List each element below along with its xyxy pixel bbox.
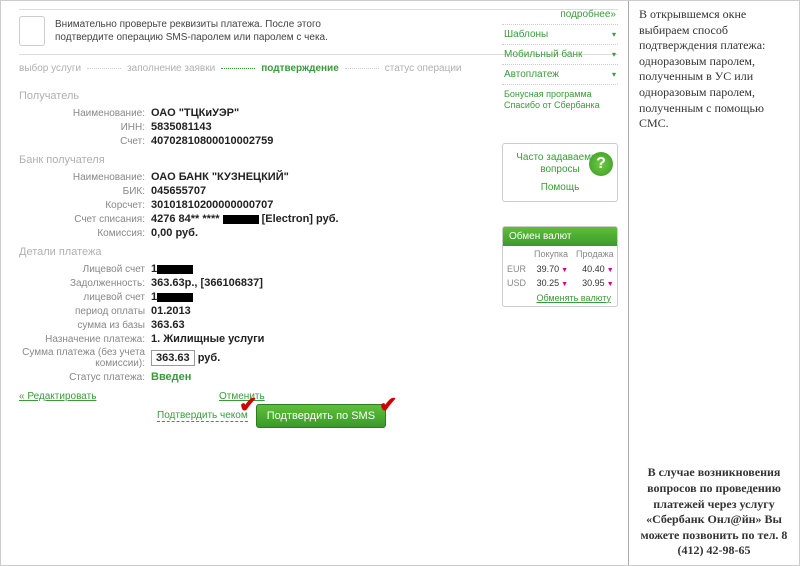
edit-link[interactable]: « Редактировать — [19, 391, 96, 402]
bank-bik: 045655707 — [151, 185, 206, 197]
sidebar-item-autopay[interactable]: Автоплатеж▾ — [502, 65, 618, 85]
fx-sell-header: Продажа — [572, 246, 618, 262]
purpose: 1. Жилищные услуги — [151, 333, 264, 345]
acc1: 1 — [151, 263, 193, 275]
step-confirm: подтверждение — [261, 63, 339, 74]
debt: 363.63р., [366106837] — [151, 277, 263, 289]
period: 01.2013 — [151, 305, 191, 317]
info-text: Внимательно проверьте реквизиты платежа.… — [55, 18, 355, 44]
redacted-value — [223, 215, 259, 224]
chevron-down-icon: ▾ — [612, 70, 616, 79]
redacted-value — [157, 265, 193, 274]
sidebar-item-templates[interactable]: Шаблоны▾ — [502, 25, 618, 45]
period-label: период оплаты — [19, 306, 151, 317]
debt-label: Задолженность: — [19, 278, 151, 289]
faq-box: Часто задаваемые вопросы ? Помощь — [502, 143, 618, 202]
recipient-account-label: Счет: — [19, 136, 151, 147]
amount: 363.63 руб. — [151, 350, 220, 366]
recipient-name-label: Наименование: — [19, 108, 151, 119]
instruction-top: В открывшемся окне выбираем способ подтв… — [639, 7, 789, 132]
bank-corr-label: Корсчет: — [19, 200, 151, 211]
instruction-bottom: В случае возникновения вопросов по прове… — [639, 465, 789, 559]
status-label: Статус платежа: — [19, 372, 151, 383]
fx-exchange-link[interactable]: Обменять валюту — [503, 290, 617, 306]
confirm-sms-button[interactable]: Подтвердить по SMS — [256, 404, 386, 428]
fx-row: USD30.25▼30.95▼ — [503, 276, 618, 290]
base: 363.63 — [151, 319, 185, 331]
amount-label: Сумма платежа (без учета комиссии): — [19, 347, 151, 369]
receipt-icon — [19, 16, 45, 46]
step-fill: заполнение заявки — [127, 63, 215, 74]
more-link[interactable]: подробнее» — [502, 5, 618, 25]
bank-corr: 30101810200000000707 — [151, 199, 273, 211]
bank-fee: 0,00 руб. — [151, 227, 198, 239]
step-status: статус операции — [385, 63, 462, 74]
bank-bik-label: БИК: — [19, 186, 151, 197]
recipient-account: 40702810800010002759 — [151, 135, 273, 147]
status: Введен — [151, 371, 191, 383]
bank-fee-label: Комиссия: — [19, 228, 151, 239]
fx-title: Обмен валют — [503, 227, 617, 246]
help-link[interactable]: Помощь — [509, 182, 611, 193]
fx-widget: Обмен валют ПокупкаПродажа EUR39.70▼40.4… — [502, 226, 618, 307]
base-label: сумма из базы — [19, 320, 151, 331]
sidebar-item-mobile[interactable]: Мобильный банк▾ — [502, 45, 618, 65]
redacted-value — [157, 293, 193, 302]
cancel-link[interactable]: Отменить — [219, 391, 265, 402]
chevron-down-icon: ▾ — [612, 50, 616, 59]
bank-debit-label: Счет списания: — [19, 214, 151, 225]
acc2-label: лицевой счет — [19, 292, 151, 303]
acc2: 1 — [151, 291, 193, 303]
acc1-label: Лицевой счет — [19, 264, 151, 275]
question-icon: ? — [589, 152, 613, 176]
recipient-inn-label: ИНН: — [19, 122, 151, 133]
step-select: выбор услуги — [19, 63, 81, 74]
recipient-name: ОАО "ТЦКиУЭР" — [151, 107, 239, 119]
bank-name: ОАО БАНК "КУЗНЕЦКИЙ" — [151, 171, 289, 183]
bonus-program-link[interactable]: Бонусная программа Спасибо от Сбербанка — [502, 85, 618, 115]
recipient-inn: 5835081143 — [151, 121, 212, 133]
bank-debit: 4276 84** **** [Electron] руб. — [151, 213, 339, 225]
bank-name-label: Наименование: — [19, 172, 151, 183]
purpose-label: Назначение платежа: — [19, 334, 151, 345]
fx-buy-header: Покупка — [530, 246, 572, 262]
chevron-down-icon: ▾ — [612, 30, 616, 39]
confirm-cheque-link[interactable]: Подтвердить чеком — [157, 410, 248, 422]
fx-row: EUR39.70▼40.40▼ — [503, 262, 618, 276]
